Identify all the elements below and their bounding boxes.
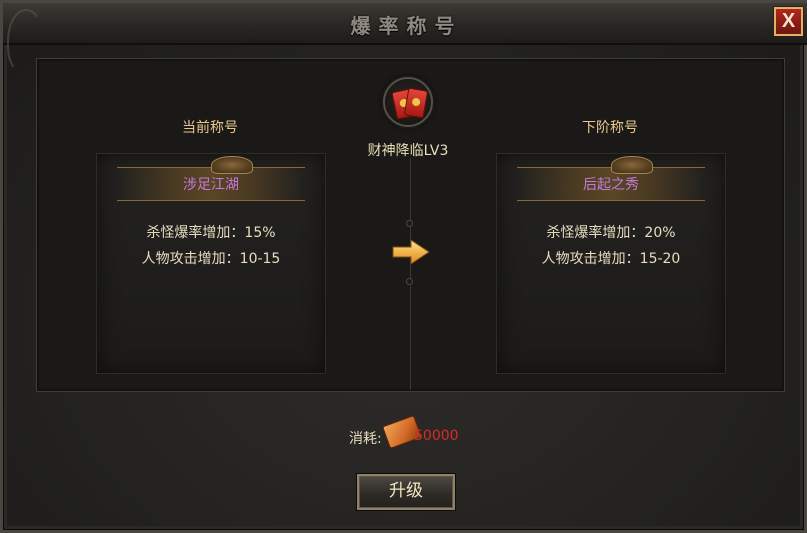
crest-ornament: [211, 156, 253, 174]
cost-label: 消耗:: [349, 431, 382, 447]
current-title-header: 当前称号: [182, 120, 238, 136]
crest-ornament: [611, 156, 653, 174]
drop-rate-stat: 杀怪爆率增加：20%: [546, 225, 676, 241]
attack-stat: 人物攻击增加：15-20: [541, 251, 681, 267]
current-title-card: 涉足江湖 杀怪爆率增加：15% 人物攻击增加：10-15: [96, 153, 326, 374]
next-title-card: 后起之秀 杀怪爆率增加：20% 人物攻击增加：15-20: [496, 153, 726, 374]
dialog-title: 爆率称号: [350, 14, 463, 38]
close-button[interactable]: X: [774, 7, 803, 36]
title-series-name: 财神降临LV3: [367, 143, 449, 159]
arrow-right-icon: [392, 239, 430, 265]
next-title-name: 后起之秀: [583, 177, 639, 193]
title-dialog: 爆率称号 X 财神降临LV3 当前称号 下阶称号 涉足江湖 杀怪爆率增加：15%…: [0, 0, 807, 533]
title-banner: 后起之秀: [517, 156, 705, 201]
drop-rate-stat: 杀怪爆率增加：15%: [146, 225, 276, 241]
red-envelope-icon: [383, 77, 433, 127]
title-bar[interactable]: 爆率称号 X: [3, 3, 807, 73]
next-title-header: 下阶称号: [582, 120, 638, 136]
divider-knot: [406, 278, 413, 285]
center-divider: [410, 158, 411, 390]
divider-knot: [406, 220, 413, 227]
current-title-name: 涉足江湖: [183, 177, 239, 193]
cost-value: 50000: [414, 428, 459, 444]
attack-stat: 人物攻击增加：10-15: [141, 251, 281, 267]
title-banner: 涉足江湖: [117, 156, 305, 201]
upgrade-button[interactable]: 升级: [357, 474, 455, 510]
